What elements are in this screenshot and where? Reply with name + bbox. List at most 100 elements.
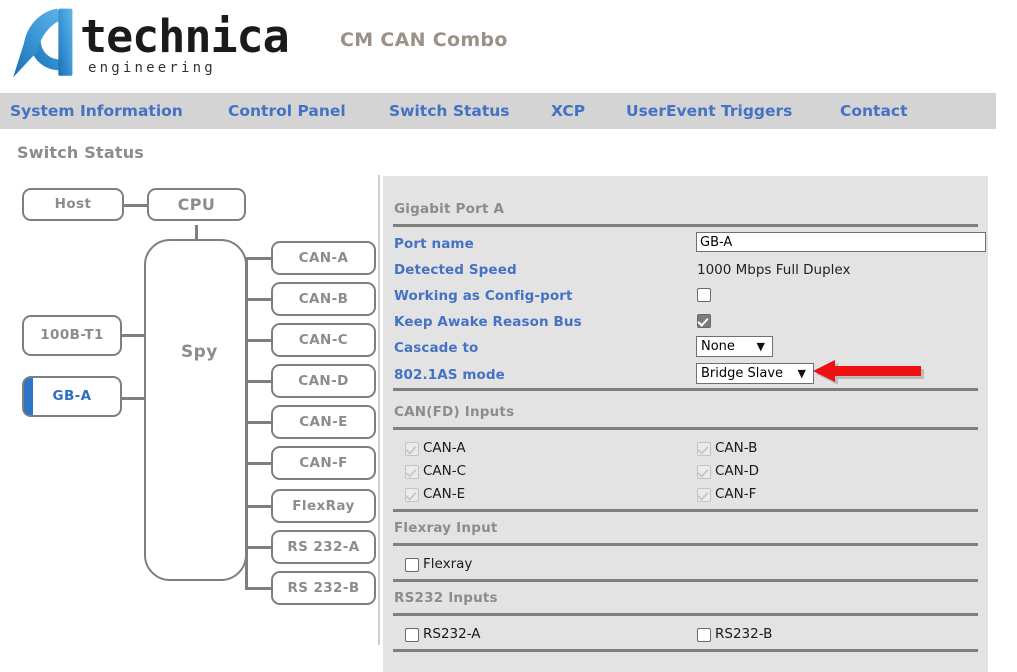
wire-port-1 bbox=[245, 298, 272, 301]
chevron-down-icon: ▼ bbox=[797, 367, 806, 380]
device-title: CM CAN Combo bbox=[340, 29, 508, 51]
logo-tagline: engineering bbox=[88, 60, 216, 76]
switch-topology-diagram: Host CPU Spy 100B-T1 GB-A CAN-A CAN-B CA… bbox=[0, 175, 383, 625]
section-rule bbox=[393, 509, 978, 512]
wire-port-3 bbox=[245, 380, 272, 383]
can-input-checkbox[interactable] bbox=[697, 488, 711, 502]
can-input-checkbox[interactable] bbox=[697, 465, 711, 479]
main-navigation: System Information Control Panel Switch St… bbox=[0, 93, 996, 129]
diagram-port-box[interactable]: CAN-D bbox=[271, 364, 376, 398]
section-rule bbox=[393, 427, 978, 430]
flexray-input-section-title: Flexray Input bbox=[394, 520, 498, 536]
diagram-box-host[interactable]: Host bbox=[22, 188, 124, 221]
diagram-port-box[interactable]: CAN-B bbox=[271, 282, 376, 316]
wire-port-8 bbox=[245, 587, 272, 590]
rs232-input-label: RS232-B bbox=[715, 626, 773, 642]
section-rule bbox=[393, 649, 978, 652]
diagram-port-box[interactable]: RS 232-B bbox=[271, 571, 376, 605]
detected-speed-label: Detected Speed bbox=[394, 262, 517, 278]
nav-item-switch-status[interactable]: Switch Status bbox=[389, 93, 510, 129]
config-port-label: Working as Config-port bbox=[394, 288, 573, 304]
diagram-box-gb-a-label: GB-A bbox=[52, 388, 92, 404]
can-input-checkbox[interactable] bbox=[405, 488, 419, 502]
diagram-box-gb-a[interactable]: GB-A bbox=[22, 376, 122, 417]
wire-port-5 bbox=[245, 462, 272, 465]
port-name-input[interactable] bbox=[696, 232, 986, 252]
page-title: Switch Status bbox=[17, 143, 145, 162]
diagram-port-box[interactable]: RS 232-A bbox=[271, 530, 376, 564]
rs232-input-label: RS232-A bbox=[423, 626, 481, 642]
diagram-port-box[interactable]: CAN-E bbox=[271, 405, 376, 439]
as-mode-label: 802.1AS mode bbox=[394, 367, 505, 383]
diagram-box-cpu[interactable]: CPU bbox=[147, 188, 246, 221]
wire-port-4 bbox=[245, 421, 272, 424]
rs232-input-checkbox[interactable] bbox=[405, 628, 419, 642]
wire-port-7 bbox=[245, 546, 272, 549]
detected-speed-value: 1000 Mbps Full Duplex bbox=[697, 262, 851, 278]
diagram-port-label: CAN-B bbox=[298, 291, 349, 307]
keep-awake-checkbox[interactable] bbox=[697, 314, 711, 328]
keep-awake-label: Keep Awake Reason Bus bbox=[394, 314, 582, 330]
wire-port-6 bbox=[245, 505, 272, 508]
selected-port-indicator bbox=[24, 378, 33, 415]
as-mode-select[interactable]: Bridge Slave ▼ bbox=[696, 363, 814, 384]
can-input-label: CAN-D bbox=[715, 463, 760, 479]
can-inputs-section-title: CAN(FD) Inputs bbox=[394, 404, 515, 420]
wire-port-2 bbox=[245, 339, 272, 342]
diagram-port-label: CAN-A bbox=[298, 250, 349, 266]
nav-item-userevent-triggers[interactable]: UserEvent Triggers bbox=[626, 93, 792, 129]
config-port-checkbox[interactable] bbox=[697, 288, 711, 302]
diagram-port-box[interactable]: CAN-F bbox=[271, 446, 376, 480]
can-input-checkbox[interactable] bbox=[405, 442, 419, 456]
nav-item-xcp[interactable]: XCP bbox=[551, 93, 585, 129]
diagram-box-host-label: Host bbox=[54, 196, 92, 212]
nav-item-contact[interactable]: Contact bbox=[840, 93, 908, 129]
diagram-box-spy[interactable] bbox=[144, 239, 247, 581]
logo-wordmark: technica bbox=[80, 10, 290, 63]
diagram-port-label: RS 232-B bbox=[287, 580, 360, 596]
can-input-checkbox[interactable] bbox=[697, 442, 711, 456]
nav-item-control-panel[interactable]: Control Panel bbox=[228, 93, 346, 129]
diagram-port-box[interactable]: CAN-C bbox=[271, 323, 376, 357]
diagram-port-label: CAN-D bbox=[298, 373, 349, 389]
section-rule bbox=[393, 543, 978, 546]
diagram-box-100b-t1[interactable]: 100B-T1 bbox=[22, 315, 122, 356]
page-header: technica engineering CM CAN Combo bbox=[0, 0, 1017, 93]
chevron-down-icon: ▼ bbox=[756, 340, 765, 353]
flexray-input-checkbox[interactable] bbox=[405, 558, 419, 572]
can-input-label: CAN-F bbox=[715, 486, 757, 502]
can-input-label: CAN-A bbox=[423, 440, 466, 456]
diagram-port-box[interactable]: FlexRay bbox=[271, 489, 376, 523]
wire-host-cpu bbox=[124, 204, 149, 207]
section-rule bbox=[393, 579, 978, 582]
can-input-checkbox[interactable] bbox=[405, 465, 419, 479]
section-rule bbox=[393, 613, 978, 616]
technica-swoosh-logo-icon bbox=[13, 8, 73, 78]
flexray-input-label: Flexray bbox=[423, 556, 473, 572]
can-input-label: CAN-B bbox=[715, 440, 758, 456]
diagram-port-label: CAN-C bbox=[298, 332, 349, 348]
diagram-port-label: FlexRay bbox=[292, 498, 355, 514]
rs232-input-checkbox[interactable] bbox=[697, 628, 711, 642]
diagram-box-spy-label: Spy bbox=[181, 342, 218, 362]
cascade-to-label: Cascade to bbox=[394, 340, 479, 356]
can-input-label: CAN-E bbox=[423, 486, 466, 502]
can-input-label: CAN-C bbox=[423, 463, 467, 479]
diagram-box-cpu-label: CPU bbox=[177, 195, 216, 214]
as-mode-value: Bridge Slave bbox=[701, 366, 784, 381]
gigabit-port-section-title: Gigabit Port A bbox=[394, 201, 505, 217]
wire-port-0 bbox=[245, 257, 272, 260]
diagram-port-label: CAN-E bbox=[299, 414, 348, 430]
cascade-to-value: None bbox=[701, 339, 735, 354]
section-rule bbox=[393, 224, 978, 227]
section-rule bbox=[393, 388, 978, 391]
brand-logo[interactable]: technica engineering bbox=[8, 4, 290, 84]
red-left-arrow-icon bbox=[813, 360, 924, 385]
nav-item-system-information[interactable]: System Information bbox=[10, 93, 183, 129]
panel-divider bbox=[378, 175, 380, 645]
diagram-port-box[interactable]: CAN-A bbox=[271, 241, 376, 275]
rs232-inputs-section-title: RS232 Inputs bbox=[394, 590, 498, 606]
cascade-to-select[interactable]: None ▼ bbox=[696, 336, 773, 357]
diagram-port-label: RS 232-A bbox=[287, 539, 360, 555]
port-settings-panel: Gigabit Port A Port name Detected Speed … bbox=[383, 176, 988, 672]
